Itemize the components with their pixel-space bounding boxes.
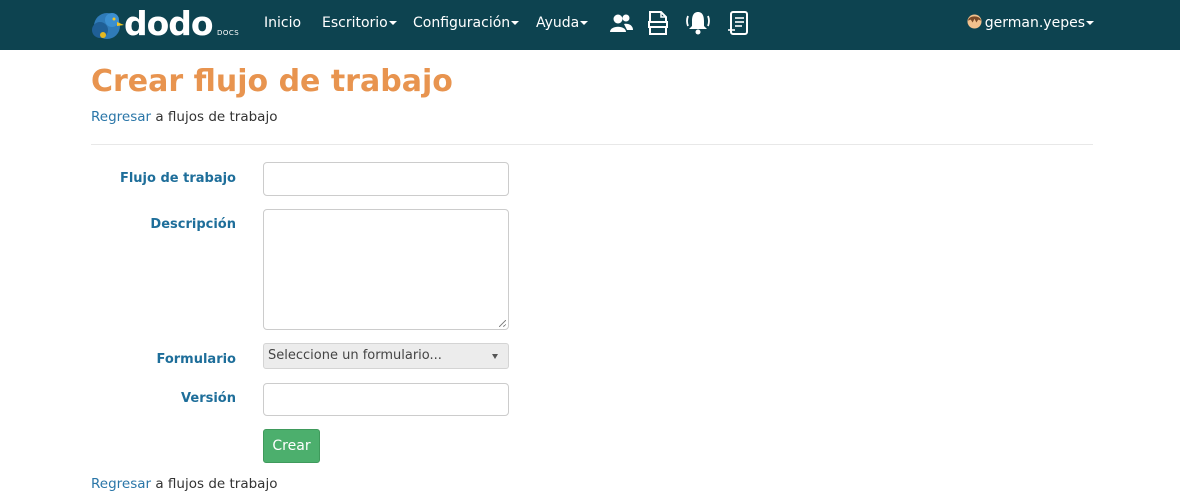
page-title: Crear flujo de trabajo xyxy=(91,64,453,99)
resize-handle[interactable] xyxy=(499,320,506,327)
version-label: Versión xyxy=(181,391,236,406)
nav-ayuda-label: Ayuda xyxy=(536,15,580,31)
document-list-icon[interactable] xyxy=(726,10,752,36)
caret-down-icon xyxy=(580,21,589,25)
caret-down-icon xyxy=(388,21,397,25)
back-text-top: a flujos de trabajo xyxy=(151,109,278,125)
description-textarea[interactable] xyxy=(263,209,509,330)
back-link-bottom[interactable]: Regresar xyxy=(91,476,151,492)
workflow-input[interactable] xyxy=(263,162,509,196)
description-label: Descripción xyxy=(150,217,236,232)
user-menu-dropdown[interactable]: german.yepes xyxy=(967,0,1094,50)
user-name: german.yepes xyxy=(984,15,1085,31)
select-arrow-icon xyxy=(492,354,498,359)
nav-configuracion-dropdown[interactable]: Configuración xyxy=(413,0,520,50)
top-navbar: dodo DOCS Inicio Escritorio Configuració… xyxy=(0,0,1180,50)
nav-inicio-label: Inicio xyxy=(264,15,302,31)
workflow-label: Flujo de trabajo xyxy=(119,171,236,186)
brand-subtitle: DOCS xyxy=(217,29,240,37)
user-avatar-icon xyxy=(967,14,982,29)
back-link-top[interactable]: Regresar xyxy=(91,109,151,125)
form-select-value: Seleccione un formulario... xyxy=(268,348,442,363)
brand-logo[interactable]: dodo DOCS xyxy=(90,6,240,44)
xlsx-file-icon[interactable] xyxy=(645,10,671,36)
caret-down-icon xyxy=(511,21,520,25)
form-select-label: Formulario xyxy=(156,352,236,367)
nav-escritorio-label: Escritorio xyxy=(322,15,388,31)
users-icon[interactable] xyxy=(608,10,634,36)
nav-inicio[interactable]: Inicio xyxy=(264,0,301,50)
brand-name: dodo xyxy=(124,4,214,43)
version-input[interactable] xyxy=(263,383,509,416)
nav-ayuda-dropdown[interactable]: Ayuda xyxy=(536,0,589,50)
back-line-top: Regresar a flujos de trabajo xyxy=(91,109,277,125)
back-text-bottom: a flujos de trabajo xyxy=(151,476,278,492)
create-button[interactable]: Crear xyxy=(263,429,320,463)
header-divider xyxy=(91,144,1093,145)
form-select[interactable]: Seleccione un formulario... xyxy=(263,343,509,369)
caret-down-icon xyxy=(1086,21,1094,25)
nav-configuracion-label: Configuración xyxy=(413,15,511,31)
dodo-bird-icon xyxy=(92,13,124,39)
bell-icon[interactable] xyxy=(684,8,712,36)
nav-escritorio-dropdown[interactable]: Escritorio xyxy=(322,0,397,50)
back-line-bottom: Regresar a flujos de trabajo xyxy=(91,476,277,492)
